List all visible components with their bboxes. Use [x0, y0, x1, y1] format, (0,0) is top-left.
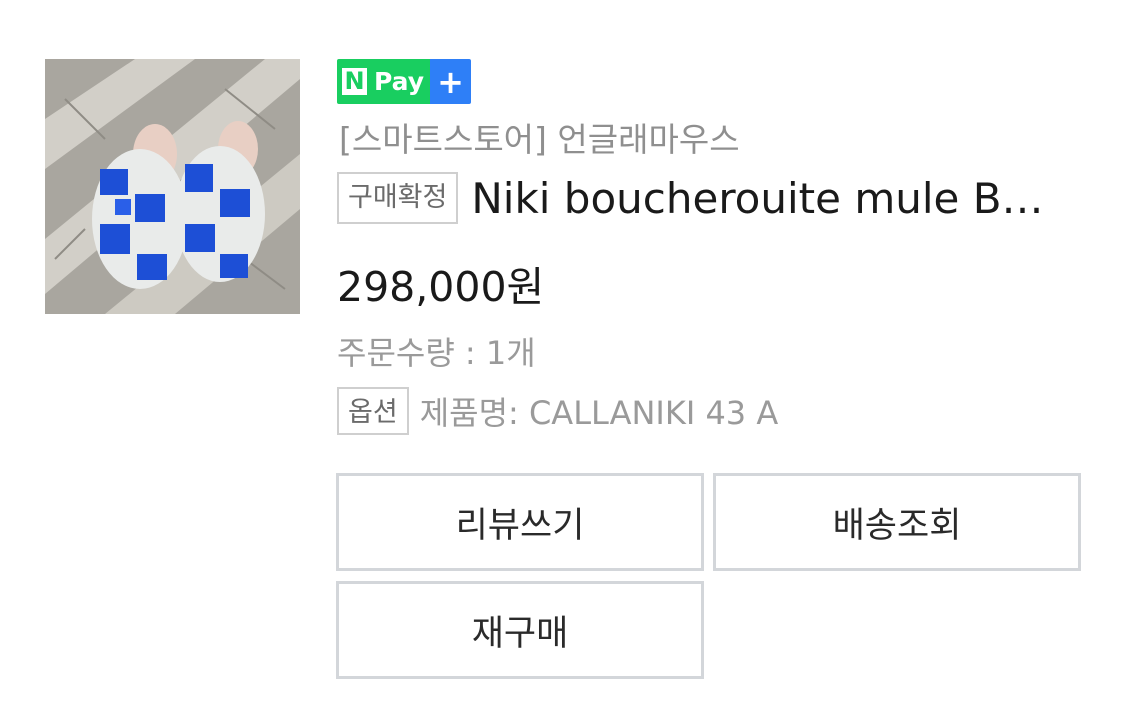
product-name[interactable]: Niki boucherouite mule B… [471, 174, 1061, 223]
order-quantity: 주문수량 : 1개 [337, 334, 536, 372]
product-thumbnail[interactable] [45, 59, 300, 314]
write-review-button[interactable]: 리뷰쓰기 [336, 473, 704, 571]
npay-pay-label: Pay [374, 67, 425, 96]
purchase-status-badge: 구매확정 [337, 172, 459, 224]
npay-green-block: N Pay [337, 59, 431, 104]
npay-n-icon: N [342, 68, 367, 95]
option-value: 제품명: CALLANIKI 43 A [419, 394, 779, 432]
rebuy-button[interactable]: 재구매 [336, 581, 704, 679]
store-name[interactable]: [스마트스토어] 언글래마우스 [339, 113, 740, 161]
option-row: 옵션 제품명: CALLANIKI 43 A [337, 387, 778, 435]
npay-plus-logo: N Pay + [337, 59, 472, 104]
product-price: 298,000원 [337, 263, 545, 311]
product-title-row[interactable]: 구매확정 Niki boucherouite mule B… [337, 172, 1087, 224]
option-badge: 옵션 [337, 387, 409, 435]
order-item-card: N Pay + [스마트스토어] 언글래마우스 구매확정 Niki bouche… [0, 0, 1125, 728]
product-image [45, 59, 300, 314]
npay-plus-icon: + [430, 59, 472, 104]
track-shipping-button[interactable]: 배송조회 [713, 473, 1081, 571]
